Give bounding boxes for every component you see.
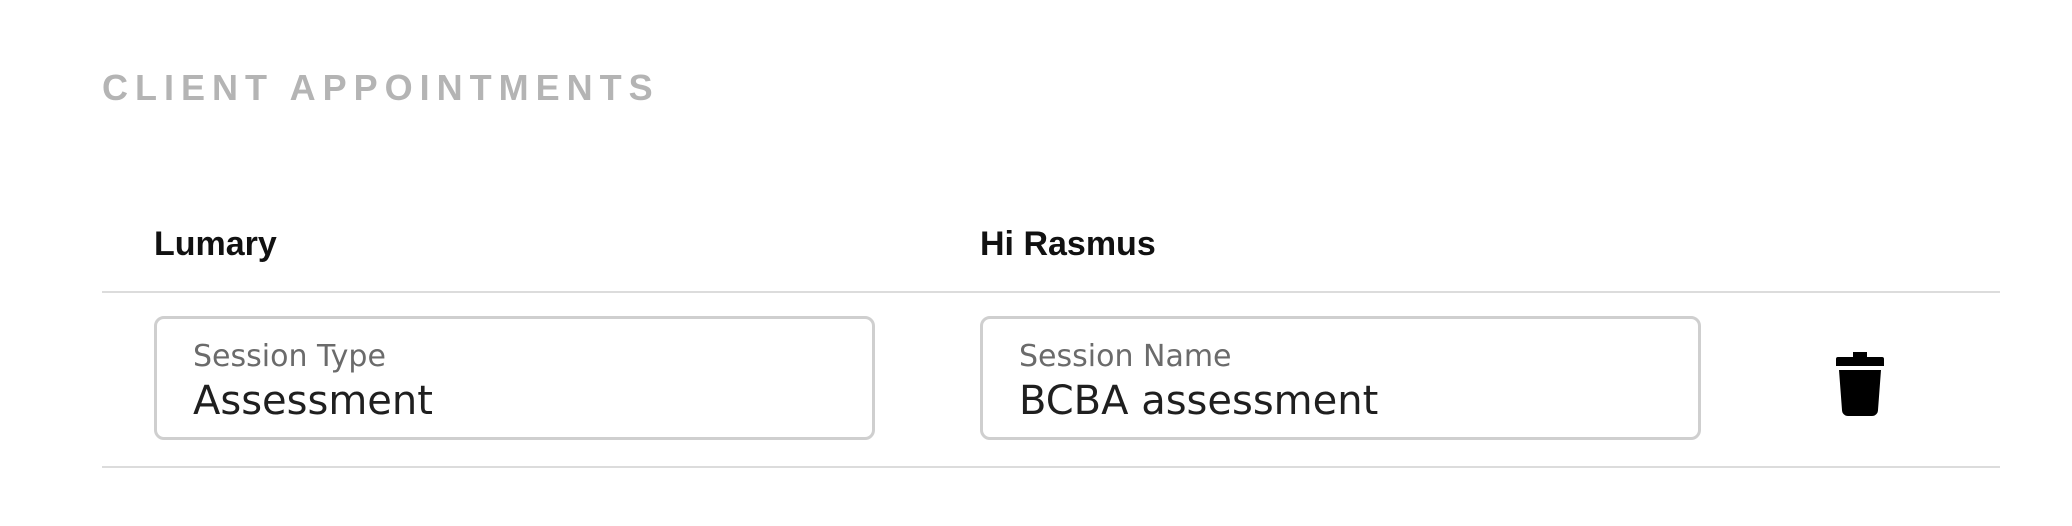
row-divider <box>102 466 2000 468</box>
header-divider <box>102 291 2000 293</box>
column-header-hi-rasmus: Hi Rasmus <box>980 225 1156 263</box>
session-name-value[interactable]: BCBA assessment <box>1019 377 1378 425</box>
session-type-value[interactable]: Assessment <box>193 377 433 425</box>
table-header-row: Lumary Hi Rasmus <box>102 212 2000 292</box>
session-type-field[interactable]: Session Type Assessment <box>154 316 875 440</box>
delete-row-button[interactable] <box>1822 346 1898 422</box>
section-title: CLIENT APPOINTMENTS <box>102 67 660 108</box>
trash-icon <box>1836 352 1884 416</box>
client-appointments-page: CLIENT APPOINTMENTS Lumary Hi Rasmus Ses… <box>0 0 2072 526</box>
session-name-label: Session Name <box>1019 339 1232 374</box>
session-name-field[interactable]: Session Name BCBA assessment <box>980 316 1701 440</box>
column-header-lumary: Lumary <box>154 225 277 263</box>
session-type-label: Session Type <box>193 339 386 374</box>
